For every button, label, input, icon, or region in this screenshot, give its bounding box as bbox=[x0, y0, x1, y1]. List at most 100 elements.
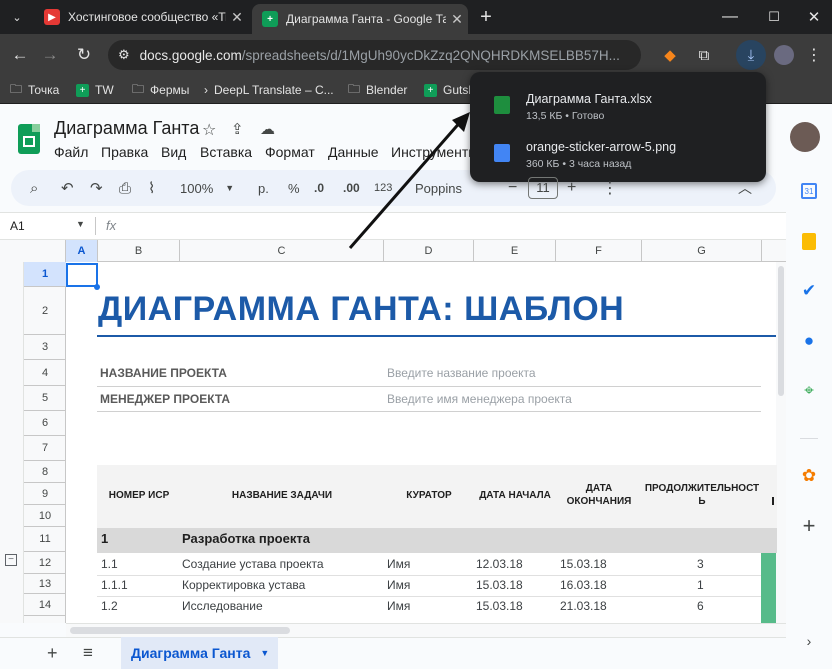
column-header-b[interactable]: B bbox=[98, 240, 180, 262]
forward-arrow-icon[interactable]: → bbox=[36, 34, 64, 76]
back-arrow-icon[interactable]: ← bbox=[6, 34, 34, 76]
profile-avatar[interactable] bbox=[770, 34, 798, 76]
account-avatar[interactable] bbox=[790, 122, 820, 152]
sheet-title[interactable]: ДИАГРАММА ГАНТА: ШАБЛОН bbox=[98, 290, 624, 329]
contacts-icon[interactable]: ● bbox=[786, 326, 832, 356]
row-header-11[interactable]: 11 bbox=[24, 527, 66, 552]
fill-handle[interactable] bbox=[94, 284, 100, 290]
row-header-1[interactable]: 1 bbox=[24, 262, 66, 287]
row-header-4[interactable]: 4 bbox=[24, 360, 66, 386]
select-all-corner[interactable] bbox=[0, 240, 66, 262]
row-header-10[interactable]: 10 bbox=[24, 505, 66, 527]
new-tab-plus-icon[interactable]: + bbox=[472, 0, 500, 38]
row-header-12[interactable]: 12 bbox=[24, 552, 66, 574]
header-wbs[interactable]: НОМЕР ИСР bbox=[100, 489, 178, 502]
get-addons-plus-icon[interactable]: + bbox=[786, 511, 832, 541]
downloads-icon[interactable]: ⤓ bbox=[736, 40, 766, 70]
horizontal-scrollbar[interactable] bbox=[66, 623, 786, 637]
bookmark-tw[interactable]: + TW bbox=[76, 76, 114, 104]
row-header-13[interactable]: 13 bbox=[24, 574, 66, 594]
task-number[interactable]: 1.1 bbox=[101, 557, 118, 571]
cloud-saved-icon[interactable]: ☁ bbox=[260, 120, 275, 138]
menu-format[interactable]: Формат bbox=[265, 144, 315, 160]
row-header-6[interactable]: 6 bbox=[24, 411, 66, 436]
sheet-tab-gantt[interactable]: Диаграмма Ганта ▼ bbox=[121, 637, 278, 669]
site-info-icon[interactable]: ⚙ bbox=[118, 47, 130, 63]
task-start[interactable]: 15.03.18 bbox=[476, 599, 523, 613]
zoom-select[interactable]: 100% ▼ bbox=[180, 170, 234, 206]
percent-format[interactable]: % bbox=[288, 170, 300, 206]
bookmark-gutsh[interactable]: + Gutsh bbox=[424, 76, 475, 104]
header-owner[interactable]: КУРАТОР bbox=[386, 489, 472, 502]
vertical-scrollbar[interactable] bbox=[776, 262, 786, 623]
row-header-7[interactable]: 7 bbox=[24, 436, 66, 461]
more-options-icon[interactable]: ⋮ bbox=[602, 170, 618, 206]
name-box[interactable]: A1 bbox=[10, 219, 25, 233]
tab-hosting-community[interactable]: ▶ Хостинговое сообщество «Tim ✕ bbox=[34, 0, 248, 34]
task-name[interactable]: Создание устава проекта bbox=[182, 557, 324, 571]
collapse-group-icon[interactable]: − bbox=[5, 554, 17, 566]
document-title[interactable]: Диаграмма Ганта bbox=[54, 118, 199, 139]
menu-view[interactable]: Вид bbox=[161, 144, 186, 160]
task-owner[interactable]: Имя bbox=[387, 578, 410, 592]
name-box-dropdown-icon[interactable]: ▼ bbox=[76, 219, 85, 229]
reload-icon[interactable]: ↻ bbox=[70, 34, 98, 76]
row-header-2[interactable]: 2 bbox=[24, 287, 66, 335]
task-duration[interactable]: 3 bbox=[697, 557, 704, 571]
manager-input[interactable]: Введите имя менеджера проекта bbox=[387, 392, 572, 406]
address-bar[interactable]: ⚙ docs.google.com/spreadsheets/d/1MgUh90… bbox=[108, 40, 641, 70]
scroll-thumb[interactable] bbox=[70, 627, 290, 634]
bookmark-fermy[interactable]: 🗀 Фермы bbox=[132, 76, 189, 104]
font-size-field[interactable]: 11 bbox=[528, 170, 558, 206]
add-sheet-icon[interactable]: + bbox=[47, 643, 58, 664]
keep-icon[interactable] bbox=[786, 226, 832, 256]
metamask-extension-icon[interactable]: ◆ bbox=[656, 34, 684, 76]
project-name-input[interactable]: Введите название проекта bbox=[387, 366, 536, 380]
task-end[interactable]: 16.03.18 bbox=[560, 578, 607, 592]
scroll-thumb[interactable] bbox=[778, 266, 784, 396]
column-header-f[interactable]: F bbox=[556, 240, 642, 262]
currency-format[interactable]: р. bbox=[258, 170, 269, 206]
hide-side-panel-icon[interactable]: › bbox=[786, 626, 832, 656]
header-duration[interactable]: ПРОДОЛЖИТЕЛЬНОСТЬ bbox=[644, 482, 760, 508]
extensions-puzzle-icon[interactable]: ⧉ bbox=[690, 34, 718, 76]
task-end[interactable]: 21.03.18 bbox=[560, 599, 607, 613]
task-duration[interactable]: 6 bbox=[697, 599, 704, 613]
maximize-icon[interactable]: ☐ bbox=[760, 0, 788, 38]
star-icon[interactable]: ☆ bbox=[202, 120, 216, 140]
row-header-8[interactable]: 8 bbox=[24, 461, 66, 483]
bookmark-blender[interactable]: 🗀 Blender bbox=[348, 76, 407, 104]
menu-file[interactable]: Файл bbox=[54, 144, 88, 160]
print-icon[interactable]: ⎙ bbox=[119, 170, 131, 206]
task-start[interactable]: 15.03.18 bbox=[476, 578, 523, 592]
search-menus-icon[interactable]: ⌕ bbox=[30, 170, 38, 206]
close-tab-icon[interactable]: ✕ bbox=[446, 11, 468, 28]
bookmark-tochka[interactable]: 🗀 Точка bbox=[10, 76, 59, 104]
tab-gantt-sheet[interactable]: + Диаграмма Ганта - Google Таб ✕ bbox=[252, 4, 468, 34]
task-number[interactable]: 1.1.1 bbox=[101, 578, 128, 592]
task-number[interactable]: 1.2 bbox=[101, 599, 118, 613]
window-close-icon[interactable]: ✕ bbox=[800, 0, 828, 38]
menu-insert[interactable]: Вставка bbox=[200, 144, 252, 160]
task-owner[interactable]: Имя bbox=[387, 557, 410, 571]
font-size-increase-icon[interactable]: + bbox=[567, 170, 576, 206]
header-task-name[interactable]: НАЗВАНИЕ ЗАДАЧИ bbox=[182, 489, 382, 502]
task-duration[interactable]: 1 bbox=[697, 578, 704, 592]
tasks-icon[interactable]: ✔ bbox=[786, 276, 832, 306]
bookmark-deepl[interactable]: › DeepL Translate – C... bbox=[204, 76, 334, 104]
header-end-date[interactable]: ДАТА ОКОНЧАНИЯ bbox=[566, 482, 632, 508]
move-folder-icon[interactable]: ⇪ bbox=[231, 120, 244, 138]
collapse-toolbar-icon[interactable]: ︿ bbox=[738, 170, 752, 206]
undo-icon[interactable]: ↶ bbox=[61, 170, 74, 206]
task-end[interactable]: 15.03.18 bbox=[560, 557, 607, 571]
row-header-9[interactable]: 9 bbox=[24, 483, 66, 505]
menu-edit[interactable]: Правка bbox=[101, 144, 148, 160]
download-item-xlsx[interactable]: Диаграмма Ганта.xlsx 13,5 КБ • Готово bbox=[470, 82, 766, 128]
column-header-a[interactable]: A bbox=[66, 240, 98, 262]
selected-cell-a1[interactable] bbox=[66, 263, 98, 287]
sheets-logo-icon[interactable] bbox=[18, 124, 40, 154]
paint-format-icon[interactable]: ⌇ bbox=[148, 170, 155, 206]
column-header-g[interactable]: G bbox=[642, 240, 762, 262]
column-header-e[interactable]: E bbox=[474, 240, 556, 262]
redo-icon[interactable]: ↷ bbox=[90, 170, 103, 206]
